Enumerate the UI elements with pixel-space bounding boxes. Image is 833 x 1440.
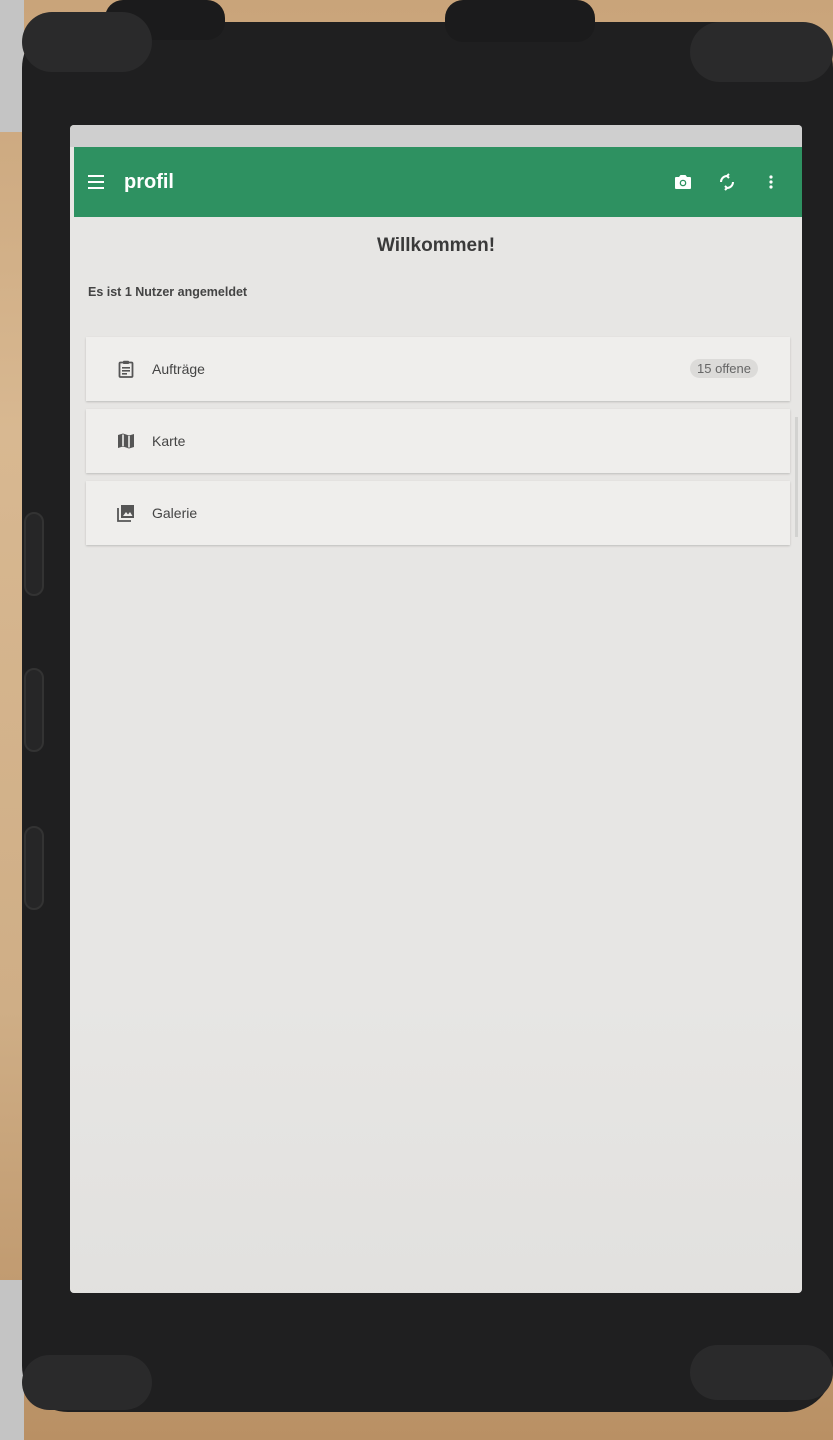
menu-item-auftraege[interactable]: Aufträge 15 offene bbox=[86, 337, 790, 401]
status-bar bbox=[70, 125, 802, 147]
map-icon bbox=[116, 431, 136, 451]
menu-list: Aufträge 15 offene Karte Galerie bbox=[86, 337, 790, 553]
menu-item-label: Karte bbox=[152, 433, 186, 449]
welcome-heading: Willkommen! bbox=[376, 235, 496, 256]
side-button bbox=[24, 826, 44, 910]
scrollbar[interactable] bbox=[795, 417, 798, 537]
menu-item-label: Galerie bbox=[152, 505, 198, 521]
sync-icon[interactable] bbox=[716, 171, 738, 193]
side-button bbox=[24, 512, 44, 596]
case-corner-bumper bbox=[22, 12, 152, 72]
menu-item-karte[interactable]: Karte bbox=[86, 409, 790, 473]
menu-item-label: Aufträge bbox=[152, 361, 205, 377]
app-bar: profil bbox=[74, 147, 802, 217]
background-panel bbox=[0, 0, 24, 132]
background-panel bbox=[0, 1280, 24, 1440]
menu-item-galerie[interactable]: Galerie bbox=[86, 481, 790, 545]
case-corner-bumper bbox=[22, 1355, 152, 1410]
more-vert-icon[interactable] bbox=[760, 171, 782, 193]
clipboard-icon bbox=[116, 359, 136, 379]
gallery-icon bbox=[116, 503, 136, 523]
appbar-actions bbox=[672, 171, 782, 193]
camera-icon[interactable] bbox=[672, 171, 694, 193]
screen-glare bbox=[70, 993, 802, 1293]
open-orders-badge: 15 offene bbox=[690, 359, 758, 378]
case-corner-bumper bbox=[690, 22, 833, 82]
app-title: profil bbox=[124, 170, 174, 193]
tablet-screen: profil Willkommen! Es ist 1 Nutzer angem… bbox=[70, 125, 802, 1293]
case-top-tab bbox=[445, 0, 595, 42]
case-corner-bumper bbox=[690, 1345, 833, 1400]
logged-in-users-text: Es ist 1 Nutzer angemeldet bbox=[88, 285, 248, 299]
hamburger-menu-icon[interactable] bbox=[88, 175, 108, 189]
side-button bbox=[24, 668, 44, 752]
